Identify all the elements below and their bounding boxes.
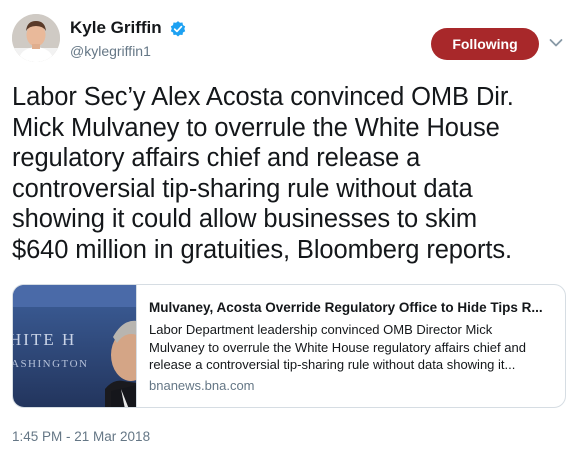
card-image-text: HITE H — [13, 330, 76, 349]
avatar[interactable] — [12, 14, 60, 62]
card-domain: bnanews.bna.com — [149, 378, 255, 393]
card-description-line: Labor Department leadership convinced OM… — [149, 322, 493, 337]
tweet-text-line: Labor Sec’y Alex Acosta convinced OMB Di… — [12, 83, 514, 111]
card-description-line: Mulvaney to overrule the White House reg… — [149, 339, 526, 355]
chevron-down-icon[interactable] — [549, 38, 563, 48]
display-name[interactable]: Kyle Griffin — [70, 18, 162, 38]
card-title[interactable]: Mulvaney, Acosta Override Regulatory Off… — [149, 299, 557, 316]
card-image-text: ASHINGTON — [13, 358, 88, 370]
link-preview-card[interactable]: HITE H ASHINGTON Mulvaney, Acosta Overri… — [12, 284, 566, 408]
card-thumbnail-image[interactable]: HITE H ASHINGTON — [13, 285, 137, 407]
verified-badge-icon — [170, 21, 186, 37]
tweet-text-line: showing it could allow businesses to ski… — [12, 205, 478, 234]
tweet-text-line: $640 million in gratuities, Bloomberg re… — [12, 235, 512, 264]
tweet-timestamp[interactable]: 1:45 PM - 21 Mar 2018 — [12, 428, 150, 445]
card-description: Labor Department leadership convinced OM… — [149, 321, 559, 374]
tweet-text-line: controversial tip-sharing rule without d… — [12, 174, 473, 203]
tweet-text-line: regulatory affairs chief and release a — [12, 144, 421, 173]
user-handle[interactable]: @kylegriffin1 — [70, 42, 151, 60]
card-description-line: release a controversial tip-sharing rule… — [149, 357, 516, 372]
person-avatar-icon — [12, 14, 60, 62]
tweet-container: Kyle Griffin @kylegriffin1 Following Lab… — [0, 0, 578, 464]
tweet-text: Labor Sec’y Alex Acosta convinced OMB Di… — [12, 82, 572, 266]
following-button[interactable]: Following — [431, 28, 539, 60]
tweet-text-line: Mick Mulvaney to overrule the White Hous… — [12, 113, 500, 142]
